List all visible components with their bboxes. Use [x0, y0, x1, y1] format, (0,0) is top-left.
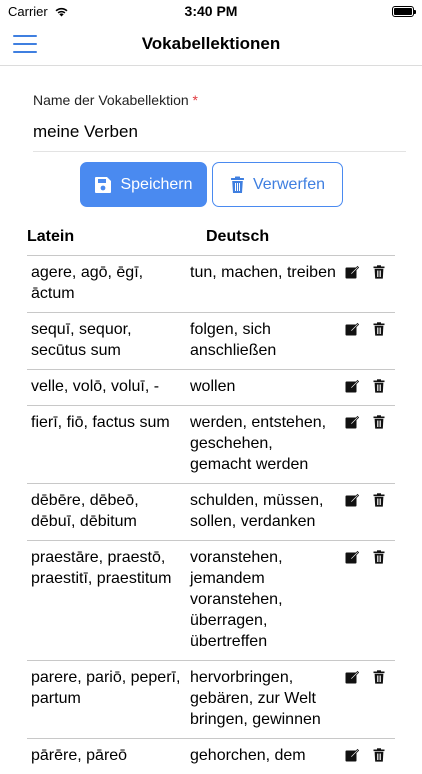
save-button[interactable]: Speichern	[80, 162, 207, 207]
table-row: sequī, sequor, secūtus sum folgen, sich a…	[27, 312, 395, 369]
trash-icon[interactable]	[373, 414, 387, 429]
trash-icon	[230, 176, 244, 193]
discard-button-label: Verwerfen	[252, 175, 326, 193]
trash-icon[interactable]	[373, 492, 387, 507]
status-bar: Carrier 3:40 PM	[0, 0, 422, 22]
row-actions	[345, 414, 387, 429]
table-row: dēbēre, dēbeō, dēbuī, dēbitum schulden, m…	[27, 483, 395, 540]
wifi-icon	[55, 7, 68, 16]
edit-icon[interactable]	[345, 669, 360, 684]
cell-latin: dēbēre, dēbeō, dēbuī, dēbitum	[31, 492, 139, 530]
row-actions	[345, 264, 387, 279]
lesson-name-label-text: Name der Vokabellektion	[33, 92, 189, 108]
row-actions	[345, 549, 387, 564]
row-actions	[345, 321, 387, 336]
row-actions	[345, 492, 387, 507]
table-row: parere, pariō, peperī, partum hervorbring…	[27, 660, 395, 738]
cell-latin: parere, pariō, peperī, partum	[31, 669, 181, 707]
trash-icon[interactable]	[373, 264, 387, 279]
column-header-german: Deutsch	[206, 228, 270, 245]
edit-icon[interactable]	[345, 414, 360, 429]
cell-german: tun, machen, treiben	[190, 264, 336, 281]
battery-icon	[392, 5, 416, 17]
cell-latin: velle, volō, voluī, -	[31, 378, 160, 395]
floppy-disk-icon	[95, 176, 112, 193]
cell-german: werden, entstehen, geschehen, gemacht we…	[190, 414, 327, 473]
battery-fill	[394, 7, 412, 15]
cell-german: voranstehen, jemandem voranstehen, überr…	[190, 549, 283, 650]
save-button-label: Speichern	[120, 175, 193, 193]
table-row: fierī, fiō, factus sum werden, entstehen,…	[27, 405, 395, 483]
column-header-latin: Latein	[27, 228, 75, 245]
table-row: pārēre, pāreō gehorchen, dem	[27, 738, 395, 774]
table-row: praestāre, praestō, praestitī, praestitu…	[27, 540, 395, 660]
discard-button[interactable]: Verwerfen	[212, 162, 343, 207]
trash-icon[interactable]	[373, 747, 387, 762]
edit-icon[interactable]	[345, 747, 360, 762]
menu-line	[13, 43, 37, 45]
table-row: velle, volō, voluī, - wollen	[27, 369, 395, 405]
row-actions	[345, 378, 387, 393]
vocabulary-table: agere, agō, ēgī, āctum tun, machen, treib…	[27, 255, 395, 774]
lesson-form: Name der Vokabellektion *	[33, 92, 406, 152]
lesson-name-label: Name der Vokabellektion *	[33, 92, 406, 108]
lesson-name-input[interactable]	[33, 118, 406, 152]
edit-icon[interactable]	[345, 492, 360, 507]
row-actions	[345, 669, 387, 684]
cell-german: folgen, sich anschließen	[190, 321, 277, 359]
page-title: Vokabellektionen	[141, 33, 281, 53]
table-header: Latein Deutsch	[27, 228, 407, 250]
cell-german: schulden, müssen, sollen, verdanken	[190, 492, 324, 530]
cell-latin: fierī, fiō, factus sum	[31, 414, 170, 431]
cell-german: hervorbringen, gebären, zur Welt bringen…	[190, 669, 321, 728]
form-actions: Speichern Verwerfen	[80, 162, 343, 207]
cell-german: wollen	[190, 378, 236, 395]
menu-line	[13, 35, 37, 37]
cell-latin: pārēre, pāreō	[31, 747, 128, 764]
navigation-bar: Vokabellektionen	[0, 22, 422, 66]
edit-icon[interactable]	[345, 321, 360, 336]
carrier-label: Carrier	[8, 3, 48, 19]
edit-icon[interactable]	[345, 549, 360, 564]
cell-latin: sequī, sequor, secūtus sum	[31, 321, 132, 359]
trash-icon[interactable]	[373, 321, 387, 336]
required-marker: *	[192, 92, 198, 108]
edit-icon[interactable]	[345, 264, 360, 279]
row-actions	[345, 747, 387, 762]
cell-german: gehorchen, dem	[190, 747, 306, 764]
cell-latin: praestāre, praestō, praestitī, praestitu…	[31, 549, 172, 587]
status-left: Carrier	[8, 4, 69, 19]
table-row: agere, agō, ēgī, āctum tun, machen, treib…	[27, 255, 395, 312]
trash-icon[interactable]	[373, 378, 387, 393]
trash-icon[interactable]	[373, 669, 387, 684]
hamburger-menu-icon[interactable]	[13, 35, 37, 53]
edit-icon[interactable]	[345, 378, 360, 393]
cell-latin: agere, agō, ēgī, āctum	[31, 264, 144, 302]
menu-line	[13, 51, 37, 53]
trash-icon[interactable]	[373, 549, 387, 564]
